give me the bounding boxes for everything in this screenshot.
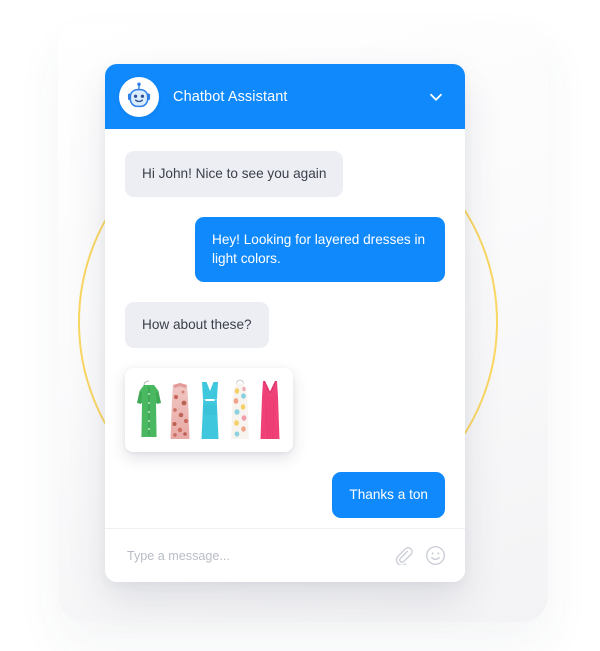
emoji-picker-button[interactable] bbox=[423, 544, 447, 568]
message-row: Hi John! Nice to see you again bbox=[125, 151, 445, 197]
pink-floral-slip-dress-image[interactable] bbox=[167, 377, 193, 443]
green-button-front-dress-image[interactable] bbox=[135, 377, 163, 443]
bot-message-bubble: Hi John! Nice to see you again bbox=[125, 151, 344, 197]
chat-header: Chatbot Assistant bbox=[105, 64, 465, 129]
message-list[interactable]: Hi John! Nice to see you again Hey! Look… bbox=[105, 129, 465, 528]
chat-title: Chatbot Assistant bbox=[173, 88, 288, 105]
attach-file-button[interactable] bbox=[391, 544, 415, 568]
product-gallery-card[interactable] bbox=[125, 367, 293, 452]
smiley-icon bbox=[425, 546, 445, 565]
pink-v-neck-maxi-dress-image[interactable] bbox=[257, 377, 283, 443]
avatar bbox=[119, 76, 159, 117]
user-message-bubble: Hey! Looking for layered dresses in ligh… bbox=[195, 216, 445, 283]
chatbot-widget: Chatbot Assistant Hi John! Nice to see y… bbox=[105, 64, 465, 582]
message-row: Thanks a ton bbox=[125, 471, 445, 518]
white-printed-maxi-dress-image[interactable] bbox=[227, 377, 253, 443]
chevron-down-icon bbox=[430, 93, 442, 101]
user-message-bubble: Thanks a ton bbox=[332, 471, 445, 518]
message-input[interactable] bbox=[127, 548, 383, 563]
collapse-chat-button[interactable] bbox=[423, 84, 449, 110]
message-row bbox=[125, 367, 445, 452]
robot-avatar-icon bbox=[127, 82, 151, 107]
bot-message-bubble: How about these? bbox=[125, 302, 269, 348]
paperclip-icon bbox=[395, 547, 413, 565]
message-row: How about these? bbox=[125, 302, 445, 348]
message-row: Hey! Looking for layered dresses in ligh… bbox=[125, 216, 445, 283]
screenshot-root: Chatbot Assistant Hi John! Nice to see y… bbox=[0, 0, 600, 651]
message-composer bbox=[105, 528, 465, 582]
turquoise-cutout-dress-image[interactable] bbox=[197, 377, 223, 443]
